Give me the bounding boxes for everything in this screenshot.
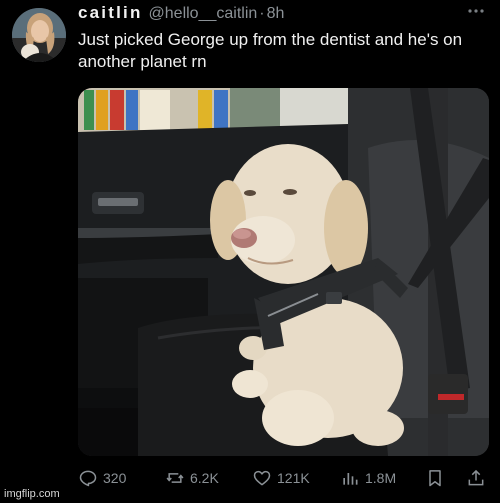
watermark: imgflip.com bbox=[4, 488, 60, 500]
user-handle[interactable]: @hello__caitlin bbox=[149, 5, 258, 23]
share-icon bbox=[468, 469, 484, 486]
tweet-photo[interactable] bbox=[78, 88, 489, 456]
avatar-photo bbox=[12, 8, 66, 62]
share-button[interactable] bbox=[466, 466, 486, 490]
reply-count: 320 bbox=[103, 470, 127, 486]
bookmark-button[interactable] bbox=[425, 466, 445, 490]
tweet-text: Just picked George up from the dentist a… bbox=[78, 30, 463, 71]
like-count: 121K bbox=[277, 470, 310, 486]
reply-button[interactable]: 320 bbox=[78, 466, 126, 490]
tweet-header: caitlin @hello__caitlin · 8h bbox=[78, 3, 284, 25]
like-button[interactable]: 121K bbox=[252, 466, 310, 490]
separator-dot: · bbox=[259, 5, 265, 22]
views-count: 1.8M bbox=[365, 470, 397, 486]
timestamp[interactable]: 8h bbox=[267, 5, 285, 23]
views-icon bbox=[343, 473, 358, 485]
more-icon[interactable] bbox=[466, 4, 486, 18]
views-button[interactable]: 1.8M bbox=[340, 466, 396, 490]
tweet: caitlin @hello__caitlin · 8h Just picked… bbox=[0, 0, 500, 503]
retweet-button[interactable]: 6.2K bbox=[165, 466, 219, 490]
author-avatar[interactable] bbox=[12, 8, 66, 62]
action-bar: 320 6.2K 121K 1.8M bbox=[78, 466, 490, 490]
heart-icon bbox=[253, 470, 271, 486]
reply-icon bbox=[79, 470, 97, 487]
display-name[interactable]: caitlin bbox=[78, 3, 143, 23]
retweet-count: 6.2K bbox=[190, 470, 219, 486]
dog-in-car-photo bbox=[78, 88, 489, 456]
bookmark-icon bbox=[429, 470, 441, 487]
retweet-icon bbox=[166, 473, 184, 483]
